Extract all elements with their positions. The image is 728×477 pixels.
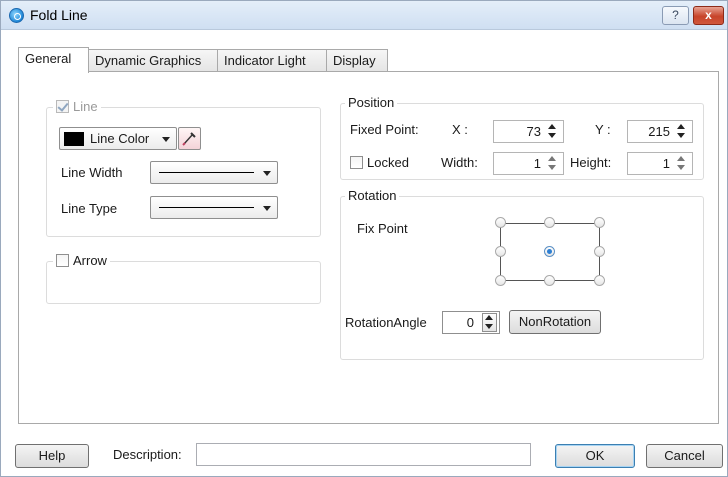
width-spinbox[interactable]: 1 bbox=[493, 152, 564, 175]
line-color-label: Line Color bbox=[90, 131, 150, 146]
fold-line-dialog: Fold Line ? x General Dynamic Graphics I… bbox=[0, 0, 728, 477]
ok-button[interactable]: OK bbox=[555, 444, 635, 468]
line-width-sample bbox=[159, 172, 254, 173]
anchor-middle-right[interactable] bbox=[594, 246, 605, 257]
cancel-button[interactable]: Cancel bbox=[646, 444, 723, 468]
chevron-down-icon bbox=[162, 137, 170, 142]
anchor-center[interactable] bbox=[544, 246, 555, 257]
spin-arrows-icon[interactable] bbox=[676, 155, 688, 172]
tab-dynamic-graphics[interactable]: Dynamic Graphics bbox=[88, 49, 218, 72]
line-color-dropdown[interactable]: Line Color bbox=[59, 127, 177, 150]
rotation-group: Rotation Fix Point RotationAngle 0 NonRo… bbox=[340, 188, 704, 360]
window-title: Fold Line bbox=[30, 7, 88, 23]
rotation-legend: Rotation bbox=[345, 188, 400, 203]
anchor-bottom-right[interactable] bbox=[594, 275, 605, 286]
anchor-top-left[interactable] bbox=[495, 217, 506, 228]
position-group: Position Fixed Point: X : 73 Y : 215 Loc… bbox=[340, 95, 704, 180]
chevron-down-icon bbox=[263, 206, 271, 211]
line-width-label: Line Width bbox=[61, 165, 123, 180]
line-color-swatch bbox=[64, 132, 84, 146]
width-label: Width: bbox=[441, 155, 478, 170]
locked-option[interactable]: Locked bbox=[350, 155, 409, 170]
close-button[interactable]: x bbox=[693, 6, 724, 25]
anchor-top-right[interactable] bbox=[594, 217, 605, 228]
rotation-angle-spinbox[interactable]: 0 bbox=[442, 311, 500, 334]
fixed-point-label: Fixed Point: bbox=[350, 122, 419, 137]
arrow-legend[interactable]: Arrow bbox=[53, 253, 110, 268]
line-legend-label: Line bbox=[73, 99, 98, 114]
tab-general[interactable]: General bbox=[18, 47, 89, 73]
description-label: Description: bbox=[113, 447, 182, 462]
app-icon bbox=[9, 8, 24, 23]
locked-label: Locked bbox=[367, 155, 409, 170]
line-type-label: Line Type bbox=[61, 201, 118, 216]
arrow-group: Arrow bbox=[46, 253, 321, 304]
width-value: 1 bbox=[533, 156, 541, 171]
anchor-bottom-left[interactable] bbox=[495, 275, 506, 286]
line-checkbox[interactable] bbox=[56, 100, 69, 113]
x-value: 73 bbox=[526, 124, 541, 139]
spin-arrows-icon[interactable] bbox=[547, 155, 559, 172]
help-button[interactable]: Help bbox=[15, 444, 89, 468]
chevron-down-icon bbox=[263, 171, 271, 176]
line-legend[interactable]: Line bbox=[53, 99, 101, 114]
height-value: 1 bbox=[662, 156, 670, 171]
tab-display[interactable]: Display bbox=[326, 49, 388, 72]
anchor-bottom-center[interactable] bbox=[544, 275, 555, 286]
eyedropper-icon bbox=[182, 132, 196, 146]
spin-arrows-icon[interactable] bbox=[482, 313, 497, 332]
line-group: Line Line Color Line Width Line Type bbox=[46, 99, 321, 237]
spin-arrows-icon[interactable] bbox=[547, 123, 559, 140]
anchor-top-center[interactable] bbox=[544, 217, 555, 228]
title-bar: Fold Line ? x bbox=[1, 1, 727, 30]
spin-arrows-icon[interactable] bbox=[676, 123, 688, 140]
non-rotation-button[interactable]: NonRotation bbox=[509, 310, 601, 334]
height-label: Height: bbox=[570, 155, 612, 170]
line-width-dropdown[interactable] bbox=[150, 161, 278, 184]
x-label: X : bbox=[452, 122, 468, 137]
line-type-sample bbox=[159, 207, 254, 208]
anchor-middle-left[interactable] bbox=[495, 246, 506, 257]
fix-point-selector bbox=[495, 217, 605, 287]
height-spinbox[interactable]: 1 bbox=[627, 152, 693, 175]
rotation-angle-value: 0 bbox=[466, 315, 474, 330]
description-input[interactable] bbox=[196, 443, 531, 466]
y-label: Y : bbox=[595, 122, 611, 137]
y-value: 215 bbox=[648, 124, 670, 139]
general-tab-pane: Line Line Color Line Width Line Type Arr… bbox=[18, 71, 719, 424]
line-type-dropdown[interactable] bbox=[150, 196, 278, 219]
position-legend: Position bbox=[345, 95, 398, 110]
y-spinbox[interactable]: 215 bbox=[627, 120, 693, 143]
x-spinbox[interactable]: 73 bbox=[493, 120, 564, 143]
title-help-button[interactable]: ? bbox=[662, 6, 689, 25]
fix-point-label: Fix Point bbox=[357, 221, 408, 236]
tab-indicator-light[interactable]: Indicator Light bbox=[217, 49, 327, 72]
rotation-angle-label: RotationAngle bbox=[345, 315, 427, 330]
color-picker-button[interactable] bbox=[178, 127, 201, 150]
locked-checkbox[interactable] bbox=[350, 156, 363, 169]
arrow-legend-label: Arrow bbox=[73, 253, 107, 268]
arrow-checkbox[interactable] bbox=[56, 254, 69, 267]
